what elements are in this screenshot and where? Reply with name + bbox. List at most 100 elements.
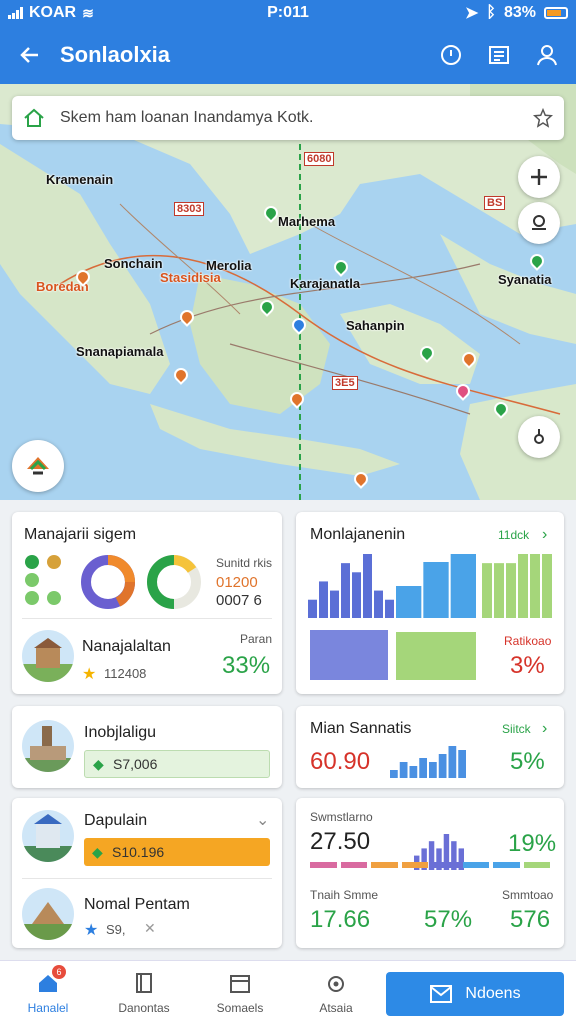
map-label: Snanapiamala [76, 344, 164, 359]
dot-grid-icon [25, 555, 61, 605]
battery-icon [544, 7, 568, 19]
stat-value: 01200 [216, 574, 258, 591]
price-value: S7,006 [113, 756, 158, 772]
details-link[interactable]: Siitck [502, 722, 531, 736]
rating-count: 112408 [104, 666, 147, 681]
bar-chart [308, 554, 394, 618]
list-button[interactable] [484, 40, 514, 70]
status-time: P:011 [267, 4, 309, 21]
stat-percent: 33% [222, 652, 271, 679]
chart-bar [530, 554, 540, 618]
chart-bar [506, 563, 516, 618]
map-badge: BS [484, 196, 506, 210]
legend-label: Sunitd rkis [216, 556, 273, 570]
chart-bar [341, 563, 350, 618]
chart-bar [458, 750, 466, 778]
card-title: Manajarii sigem [24, 526, 137, 543]
calendar-icon [230, 974, 250, 993]
compass-icon [534, 429, 544, 444]
info-icon [441, 45, 461, 65]
donut-chart [81, 555, 135, 609]
sales-value: 60.90 [310, 748, 371, 775]
chart-bar [385, 599, 394, 618]
star-icon[interactable] [532, 107, 554, 129]
chart-bar [352, 572, 361, 618]
chevron-right-icon: › [542, 526, 548, 543]
stat-label: Tnaih Smme [310, 888, 379, 902]
card-item-title: Nanajalaltan [82, 638, 171, 655]
stat-percent: 3% [510, 652, 545, 679]
zoom-in-button[interactable] [518, 156, 560, 198]
nav-item-saved[interactable]: Somaels [192, 971, 288, 1015]
card-title: Monlajanenin [310, 526, 406, 543]
tag-icon: ◆ [93, 755, 104, 772]
nav-item-documents[interactable]: Danontas [96, 971, 192, 1015]
app-bar: Sonlaolxia [0, 26, 576, 84]
map-label: Karajanatla [290, 276, 361, 291]
nav-item-settings[interactable]: Atsaia [288, 971, 384, 1015]
chart-bar [363, 554, 372, 618]
landmark-thumbnail [22, 810, 74, 862]
map-view[interactable]: Skem ham loanan Inandamya Kotk. Kramenai… [0, 84, 576, 500]
search-bar[interactable]: Skem ham loanan Inandamya Kotk. [12, 96, 564, 140]
list-card[interactable]: Dapulain ⌄ ◆ S10.196 Nomal Pentam ★ S9, … [12, 798, 282, 948]
chart-bar [390, 770, 398, 778]
plus-icon [531, 169, 547, 185]
map-badge: 8303 [174, 202, 205, 216]
chart-bar [450, 554, 476, 618]
card-item-title: Nomal Pentam [84, 896, 190, 913]
info-button[interactable] [436, 40, 466, 70]
chart-bar [330, 590, 339, 618]
chart-bar [399, 762, 408, 778]
stat-label: Smmtoao [502, 888, 554, 902]
map-badge: 6080 [304, 152, 335, 166]
chart-bar [419, 758, 427, 778]
chart-bar [409, 766, 418, 778]
chart-bar [518, 554, 528, 618]
search-input[interactable]: Skem ham loanan Inandamya Kotk. [60, 109, 532, 127]
chart-bar [482, 563, 492, 618]
map-label: Sonchain [104, 256, 163, 271]
mail-icon [430, 985, 453, 1003]
chart-bar [429, 762, 437, 778]
stat-value: 0007 6 [216, 592, 262, 609]
summary-card[interactable]: Manajarii sigem Sunitd rkis 01200 0007 6… [12, 512, 282, 694]
stat-value: 576 [510, 906, 551, 933]
nav-item-home[interactable]: 6 Hanalel [0, 964, 96, 1015]
chart-bar [396, 586, 422, 618]
bar-chart-card[interactable]: Monlajanenin 11dck › Ratikoao 3% [296, 512, 564, 694]
card-title: Inobjlaligu [84, 724, 157, 741]
back-button[interactable] [0, 26, 60, 84]
page-title: Sonlaolxia [60, 42, 171, 67]
book-icon [136, 972, 152, 993]
color-legend [310, 862, 550, 868]
divider [22, 618, 272, 619]
stat-percent: 57% [424, 906, 473, 933]
nav-label: Danontas [118, 1000, 170, 1015]
nav-label: Somaels [216, 1000, 264, 1015]
chart-bar [448, 746, 457, 778]
profile-button[interactable] [532, 40, 562, 70]
chevron-down-icon[interactable]: ⌄ [256, 810, 269, 830]
compass-button[interactable] [518, 416, 560, 458]
layers-button[interactable] [518, 202, 560, 244]
chart-bar [319, 581, 328, 618]
locate-button[interactable] [12, 440, 64, 492]
tag-icon: ◆ [92, 843, 103, 860]
stat-value: 17.66 [310, 906, 371, 933]
price-pill: ◆ S7,006 [84, 750, 270, 778]
sales-card[interactable]: Mian Sannatis Siitck › 60.90 5% [296, 706, 564, 788]
share-icon[interactable]: ✕ [144, 920, 156, 937]
landmark-thumbnail [22, 888, 74, 940]
user-icon [537, 45, 557, 66]
list-card[interactable]: Inobjlaligu ◆ S7,006 [12, 706, 282, 788]
stat-label: Paran [240, 632, 273, 646]
chart-bar [494, 563, 504, 618]
nav-label: Atsaia [319, 1000, 353, 1015]
details-link[interactable]: 11dck [498, 528, 529, 542]
summary-block [310, 630, 388, 680]
messages-label: Ndoens [465, 985, 521, 1002]
notification-badge: 6 [52, 964, 66, 979]
messages-button[interactable]: Ndoens [386, 972, 564, 1016]
stats-card[interactable]: Swmstlarno 27.50 19% Tnaih Smme Smmtoao … [296, 798, 564, 948]
